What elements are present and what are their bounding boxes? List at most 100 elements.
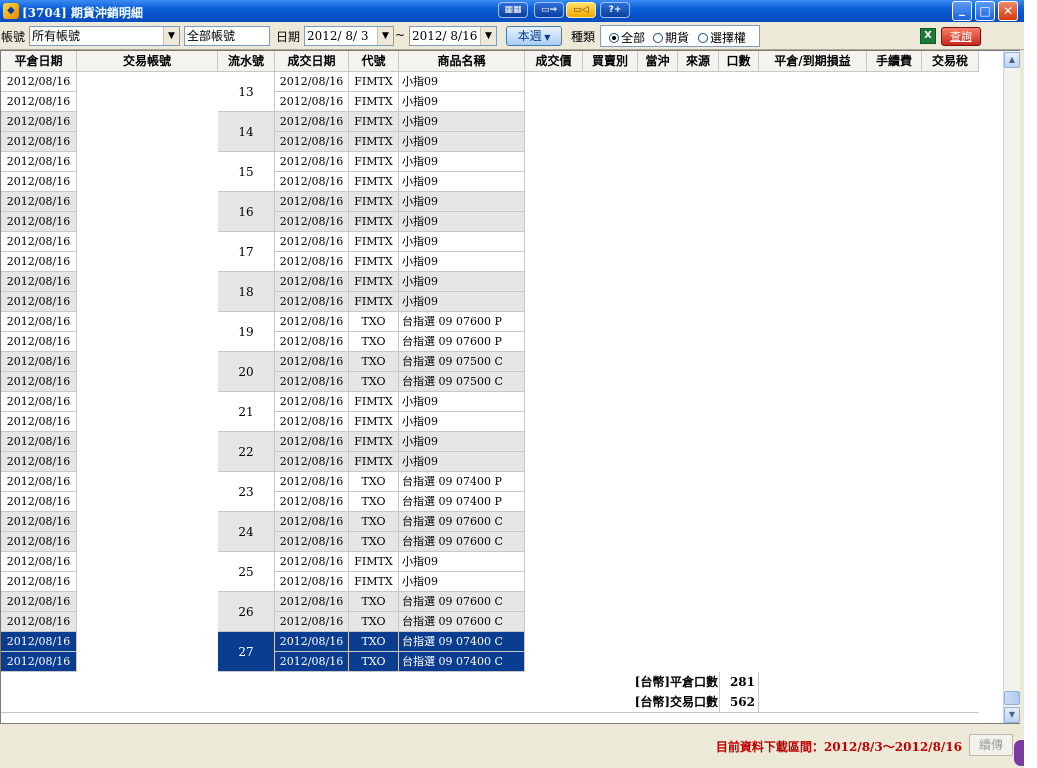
cell-name: 台指選 09 07600 C xyxy=(399,612,525,632)
cell-serial-no[interactable]: 22 xyxy=(218,432,275,472)
column-header-trade-account[interactable]: 交易帳號 xyxy=(77,51,218,72)
cell-serial-no[interactable]: 13 xyxy=(218,72,275,112)
query-button[interactable]: 查詢 xyxy=(941,27,981,46)
scroll-up-icon[interactable]: ▲ xyxy=(1004,52,1020,68)
summary-row: [台幣]交易口數 562 xyxy=(1,692,979,713)
cell-trade-date: 2012/08/16 xyxy=(275,392,349,412)
radio-all[interactable]: 全部 xyxy=(609,29,645,46)
radio-options[interactable]: 選擇權 xyxy=(698,29,746,46)
export-window-icon[interactable]: ▭→ xyxy=(534,2,564,18)
cell-serial-no[interactable]: 19 xyxy=(218,312,275,352)
account-select[interactable]: 所有帳號 ▼ xyxy=(29,26,180,46)
cell-close-date: 2012/08/16 xyxy=(1,112,77,132)
cell-close-date: 2012/08/16 xyxy=(1,552,77,572)
column-header-close-date[interactable]: 平倉日期 xyxy=(1,51,77,72)
chevron-down-icon[interactable]: ▼ xyxy=(480,27,496,45)
cell-name: 台指選 09 07600 P xyxy=(399,332,525,352)
window-title: [3704] 期貨沖銷明細 xyxy=(22,6,143,20)
chevron-down-icon[interactable]: ▼ xyxy=(163,27,179,45)
cell-trade-date: 2012/08/16 xyxy=(275,212,349,232)
column-header-code[interactable]: 代號 xyxy=(349,51,399,72)
cell-name: 小指09 xyxy=(399,172,525,192)
layout-icon[interactable]: ▦▦ xyxy=(498,2,528,18)
cell-serial-no[interactable]: 17 xyxy=(218,232,275,272)
cell-trade-date: 2012/08/16 xyxy=(275,512,349,532)
dock-window-icon[interactable]: ▭◁ xyxy=(566,2,596,18)
chevron-down-icon[interactable]: ▼ xyxy=(377,27,393,45)
cell-close-date: 2012/08/16 xyxy=(1,172,77,192)
cell-serial-no[interactable]: 18 xyxy=(218,272,275,312)
column-header-product-name[interactable]: 商品名稱 xyxy=(399,51,525,72)
scroll-down-icon[interactable]: ▼ xyxy=(1004,707,1020,723)
excel-export-icon[interactable]: X xyxy=(920,28,936,44)
period-dropdown-button[interactable]: 本週 ▼ xyxy=(506,26,562,46)
cell-close-date: 2012/08/16 xyxy=(1,412,77,432)
date-from-picker[interactable]: 2012/ 8/ 3 ▼ xyxy=(304,26,394,46)
cell-close-date: 2012/08/16 xyxy=(1,472,77,492)
minimize-button[interactable]: _ xyxy=(952,1,972,21)
status-bar: 目前資料下載區間：2012/8/3～2012/8/16 續傳 xyxy=(0,724,1024,768)
cell-code: TXO xyxy=(349,352,399,372)
scroll-thumb[interactable] xyxy=(1004,691,1020,705)
date-from-value: 2012/ 8/ 3 xyxy=(307,29,369,43)
date-to-value: 2012/ 8/16 xyxy=(412,29,478,43)
column-header-trade-date[interactable]: 成交日期 xyxy=(275,51,349,72)
cell-trade-date: 2012/08/16 xyxy=(275,292,349,312)
cell-close-date: 2012/08/16 xyxy=(1,292,77,312)
close-button[interactable]: ✕ xyxy=(998,1,1018,21)
cell-name: 小指09 xyxy=(399,432,525,452)
cell-code: FIMTX xyxy=(349,232,399,252)
cell-trade-date: 2012/08/16 xyxy=(275,432,349,452)
summary-row: [台幣]平倉口數 281 xyxy=(1,672,979,693)
cell-trade-date: 2012/08/16 xyxy=(275,72,349,92)
cell-trade-date: 2012/08/16 xyxy=(275,552,349,572)
help-icon[interactable]: ?+ xyxy=(600,2,630,18)
column-header-source[interactable]: 來源 xyxy=(678,51,719,72)
cell-serial-no[interactable]: 15 xyxy=(218,152,275,192)
cell-serial-no[interactable]: 26 xyxy=(218,592,275,632)
column-header-day-trade[interactable]: 當沖 xyxy=(638,51,678,72)
maximize-button[interactable]: □ xyxy=(975,1,995,21)
cell-name: 小指09 xyxy=(399,232,525,252)
title-bar: ◆ [3704] 期貨沖銷明細 ▦▦ ▭→ ▭◁ ?+ _ □ ✕ xyxy=(0,0,1024,22)
account-label: 帳號 xyxy=(1,30,26,44)
column-header-pnl[interactable]: 平倉/到期損益 xyxy=(759,51,867,72)
resume-download-button[interactable]: 續傳 xyxy=(969,734,1013,756)
cell-name: 台指選 09 07600 P xyxy=(399,312,525,332)
vertical-scrollbar[interactable]: ▲ ▼ xyxy=(1003,51,1020,723)
column-header-fee[interactable]: 手續費 xyxy=(867,51,922,72)
account-name-field[interactable]: 全部帳號 xyxy=(184,26,270,46)
cell-serial-no[interactable]: 23 xyxy=(218,472,275,512)
cell-close-date: 2012/08/16 xyxy=(1,372,77,392)
cell-trade-date: 2012/08/16 xyxy=(275,412,349,432)
column-header-price[interactable]: 成交價 xyxy=(525,51,583,72)
cell-name: 小指09 xyxy=(399,112,525,132)
cell-serial-no[interactable]: 20 xyxy=(218,352,275,392)
cell-serial-no[interactable]: 27 xyxy=(218,632,275,672)
radio-futures[interactable]: 期貨 xyxy=(653,29,689,46)
cell-name: 台指選 09 07400 C xyxy=(399,632,525,652)
cell-code: TXO xyxy=(349,592,399,612)
cell-code: TXO xyxy=(349,512,399,532)
cell-code: FIMTX xyxy=(349,432,399,452)
cell-serial-no[interactable]: 16 xyxy=(218,192,275,232)
column-header-serial-no[interactable]: 流水號 xyxy=(218,51,275,72)
column-header-tax[interactable]: 交易稅 xyxy=(922,51,979,72)
radio-futures-label: 期貨 xyxy=(665,31,690,45)
cell-code: FIMTX xyxy=(349,452,399,472)
cell-name: 小指09 xyxy=(399,72,525,92)
column-header-lots[interactable]: 口數 xyxy=(719,51,759,72)
cell-serial-no[interactable]: 14 xyxy=(218,112,275,152)
date-to-picker[interactable]: 2012/ 8/16 ▼ xyxy=(409,26,497,46)
cell-close-date: 2012/08/16 xyxy=(1,272,77,292)
cell-serial-no[interactable]: 24 xyxy=(218,512,275,552)
cell-serial-no[interactable]: 21 xyxy=(218,392,275,432)
cell-close-date: 2012/08/16 xyxy=(1,512,77,532)
cell-name: 小指09 xyxy=(399,452,525,472)
cell-code: FIMTX xyxy=(349,92,399,112)
date-separator: ~ xyxy=(395,28,406,42)
cell-trade-date: 2012/08/16 xyxy=(275,352,349,372)
column-header-side[interactable]: 買賣別 xyxy=(583,51,638,72)
cell-serial-no[interactable]: 25 xyxy=(218,552,275,592)
cell-name: 台指選 09 07400 P xyxy=(399,472,525,492)
